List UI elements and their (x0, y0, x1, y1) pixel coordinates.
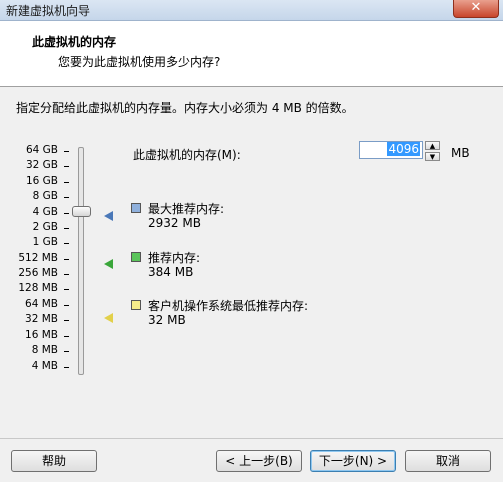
tick-label: 128 MB (18, 282, 58, 294)
tick-label: 256 MB (18, 267, 58, 279)
tick-mark (64, 320, 69, 321)
help-button[interactable]: 帮助 (11, 450, 97, 472)
max-recommended-marker-icon (104, 211, 113, 221)
tick-mark (64, 213, 69, 214)
tick-label: 8 GB (32, 190, 58, 202)
tick-mark (64, 367, 69, 368)
memory-unit: MB (451, 146, 470, 160)
memory-spinner[interactable]: ▲ ▼ (425, 141, 440, 161)
tick-mark (64, 305, 69, 306)
recommended-title: 推荐内存: (148, 251, 201, 265)
tick-label: 32 GB (25, 159, 58, 171)
tick-label: 64 MB (25, 298, 58, 310)
min-recommended-value: 32 MB (148, 313, 186, 327)
page-title: 此虚拟机的内存 (32, 35, 117, 49)
tick-label: 16 MB (25, 329, 58, 341)
tick-label: 1 GB (32, 236, 58, 248)
tick-label: 32 MB (25, 313, 58, 325)
tick-mark (64, 197, 69, 198)
tick-label: 4 MB (31, 360, 58, 372)
max-recommended-value: 2932 MB (148, 216, 201, 230)
tick-label: 8 MB (31, 344, 58, 356)
tick-label: 64 GB (25, 144, 58, 156)
tick-mark (64, 336, 69, 337)
recommended-swatch-icon (131, 252, 141, 262)
tick-mark (64, 289, 69, 290)
spin-up-icon[interactable]: ▲ (425, 141, 440, 150)
memory-slider-track[interactable] (78, 147, 84, 375)
memory-input[interactable]: 4096 (359, 141, 423, 159)
wizard-header: 此虚拟机的内存 您要为此虚拟机使用多少内存? (0, 21, 503, 87)
min-recommended-title: 客户机操作系统最低推荐内存: (148, 299, 309, 313)
min-recommended-swatch-icon (131, 300, 141, 310)
tick-mark (64, 182, 69, 183)
tick-label: 16 GB (25, 175, 58, 187)
memory-slider-thumb[interactable] (72, 206, 91, 217)
memory-label: 此虚拟机的内存(M): (133, 148, 241, 162)
tick-label: 512 MB (18, 252, 58, 264)
tick-label: 4 GB (32, 206, 58, 218)
next-button[interactable]: 下一步(N) > (310, 450, 396, 472)
tick-mark (64, 151, 69, 152)
tick-mark (64, 166, 69, 167)
max-recommended-title: 最大推荐内存: (148, 202, 225, 216)
tick-mark (64, 243, 69, 244)
spin-down-icon[interactable]: ▼ (425, 152, 440, 161)
title-bar: 新建虚拟机向导 ✕ (0, 0, 503, 21)
cancel-button[interactable]: 取消 (405, 450, 491, 472)
tick-mark (64, 274, 69, 275)
footer-divider (0, 438, 503, 439)
close-button[interactable]: ✕ (453, 0, 499, 18)
back-button[interactable]: < 上一步(B) (216, 450, 302, 472)
tick-mark (64, 259, 69, 260)
window-title: 新建虚拟机向导 (6, 4, 91, 18)
instruction-text: 指定分配给此虚拟机的内存量。内存大小必须为 4 MB 的倍数。 (16, 101, 354, 115)
page-subtitle: 您要为此虚拟机使用多少内存? (58, 55, 221, 69)
recommended-value: 384 MB (148, 265, 194, 279)
max-recommended-swatch-icon (131, 203, 141, 213)
tick-label: 2 GB (32, 221, 58, 233)
recommended-marker-icon (104, 259, 113, 269)
tick-mark (64, 351, 69, 352)
tick-mark (64, 228, 69, 229)
memory-value: 4096 (387, 142, 420, 156)
min-recommended-marker-icon (104, 313, 113, 323)
